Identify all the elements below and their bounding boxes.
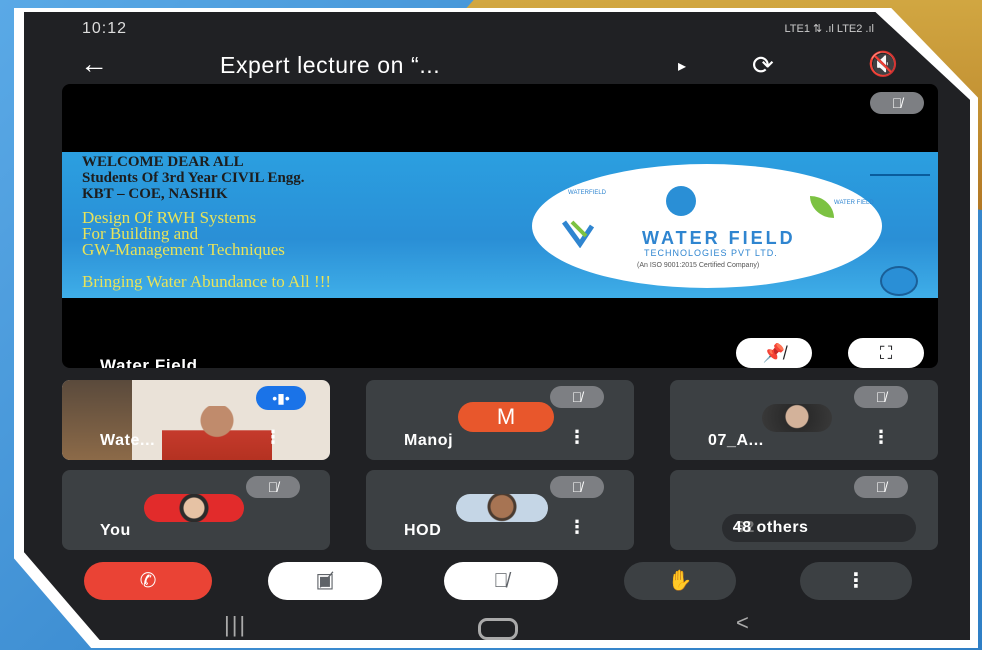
- avatar: [144, 494, 244, 522]
- back-arrow-icon[interactable]: ←: [80, 50, 108, 78]
- participant-tile[interactable]: 🎙̸ HOD ⋮: [366, 470, 634, 550]
- slide-line: KBT – COE, NASHIK: [82, 186, 228, 202]
- unpin-button[interactable]: 📌̸: [736, 338, 812, 368]
- unpin-icon: 📌̸: [762, 343, 786, 363]
- water-drop-mascot-icon: [666, 186, 696, 216]
- mic-muted-icon: 🎙̸: [550, 386, 604, 408]
- slide-line: GW-Management Techniques: [82, 240, 285, 259]
- raise-hand-button[interactable]: ✋: [624, 562, 736, 600]
- mic-muted-icon: 🎙̸: [246, 476, 300, 498]
- status-bar: 10:12 LTE1 ⇅ .ıl LTE2 .ıl: [24, 12, 970, 40]
- participant-menu-icon[interactable]: ⋮: [872, 427, 890, 448]
- small-logo-text: WATERFIELD: [568, 190, 607, 196]
- fullscreen-button[interactable]: ⛶: [848, 338, 924, 368]
- more-options-button[interactable]: ⋮: [800, 562, 912, 600]
- others-count[interactable]: 6248 others: [722, 514, 916, 542]
- avatar: M: [458, 402, 554, 432]
- participant-menu-icon[interactable]: ⋮: [264, 427, 282, 448]
- end-call-icon: ✆: [139, 570, 157, 592]
- participant-name: HOD: [404, 522, 442, 539]
- participant-menu-icon[interactable]: ⋮: [568, 427, 586, 448]
- participant-tile[interactable]: 🎙̸ You: [62, 470, 330, 550]
- meet-screen: 10:12 LTE1 ⇅ .ıl LTE2 .ıl ← Expert lectu…: [24, 12, 970, 640]
- signal-icons: LTE1 ⇅ .ıl LTE2 .ıl: [784, 23, 874, 35]
- mascot-icon: [880, 266, 918, 296]
- others-tile[interactable]: 🎙̸ 6248 others: [670, 470, 938, 550]
- avatar: [762, 404, 832, 432]
- status-time: 10:12: [82, 20, 128, 37]
- speaking-indicator-icon: •▮•: [256, 386, 306, 410]
- participant-name: Manoj: [404, 432, 454, 449]
- slide-line: Students Of 3rd Year CIVIL Engg.: [82, 170, 305, 186]
- avatar: [456, 494, 548, 522]
- more-options-icon: ⋮: [846, 570, 866, 592]
- small-logo-text: WATER FIELD: [834, 200, 874, 206]
- shared-slide: WELCOME DEAR ALL Students Of 3rd Year CI…: [62, 152, 938, 298]
- presenter-name: Water Field: [100, 356, 198, 368]
- end-call-button[interactable]: ✆: [84, 562, 212, 600]
- participant-name: Wate...: [100, 432, 156, 449]
- company-subtitle: TECHNOLOGIES PVT LTD.: [644, 248, 778, 258]
- mic-muted-icon: 🎙̸: [854, 476, 908, 498]
- presentation-tile[interactable]: 🎙̸ WELCOME DEAR ALL Students Of 3rd Year…: [62, 84, 938, 368]
- switch-camera-icon[interactable]: ⟳: [752, 50, 774, 81]
- fullscreen-icon: ⛶: [879, 343, 893, 363]
- participant-video: [162, 406, 272, 460]
- mic-muted-icon: 🎙̸: [550, 476, 604, 498]
- camera-toggle-button[interactable]: ▣̸: [268, 562, 382, 600]
- slide-line: WELCOME DEAR ALL: [82, 154, 244, 170]
- participant-tile[interactable]: 🎙̸ 07_A... ⋮: [670, 380, 938, 460]
- mic-muted-icon: 🎙̸: [870, 92, 924, 114]
- android-nav-bar: ||| <: [24, 610, 970, 640]
- mic-off-icon: 🎙̸: [493, 570, 509, 592]
- participant-name: You: [100, 522, 131, 539]
- slide-tagline: Bringing Water Abundance to All !!!: [82, 272, 332, 291]
- participant-name: 07_A...: [708, 432, 764, 449]
- corner-logo-icon: [870, 158, 930, 176]
- recents-icon[interactable]: |||: [224, 612, 247, 638]
- participant-menu-icon[interactable]: ⋮: [568, 517, 586, 538]
- raise-hand-icon: ✋: [667, 570, 693, 592]
- title-expand-icon[interactable]: ▸: [678, 56, 686, 76]
- mic-toggle-button[interactable]: 🎙̸: [444, 562, 558, 600]
- home-icon[interactable]: [478, 618, 518, 640]
- participant-tile[interactable]: •▮• Wate... ⋮: [62, 380, 330, 460]
- speaker-off-icon[interactable]: 🔇: [868, 50, 898, 79]
- mic-muted-icon: 🎙̸: [854, 386, 908, 408]
- meeting-title[interactable]: Expert lecture on “...: [220, 52, 440, 79]
- nav-back-icon[interactable]: <: [736, 610, 749, 636]
- company-name: WATER FIELD: [642, 228, 796, 248]
- company-cert: (An ISO 9001:2015 Certified Company): [637, 262, 760, 269]
- camera-off-icon: ▣̸: [315, 570, 335, 592]
- others-count-label: 48 others: [732, 519, 809, 536]
- waterfield-mark-icon: [562, 220, 595, 248]
- participant-tile[interactable]: 🎙̸ M Manoj ⋮: [366, 380, 634, 460]
